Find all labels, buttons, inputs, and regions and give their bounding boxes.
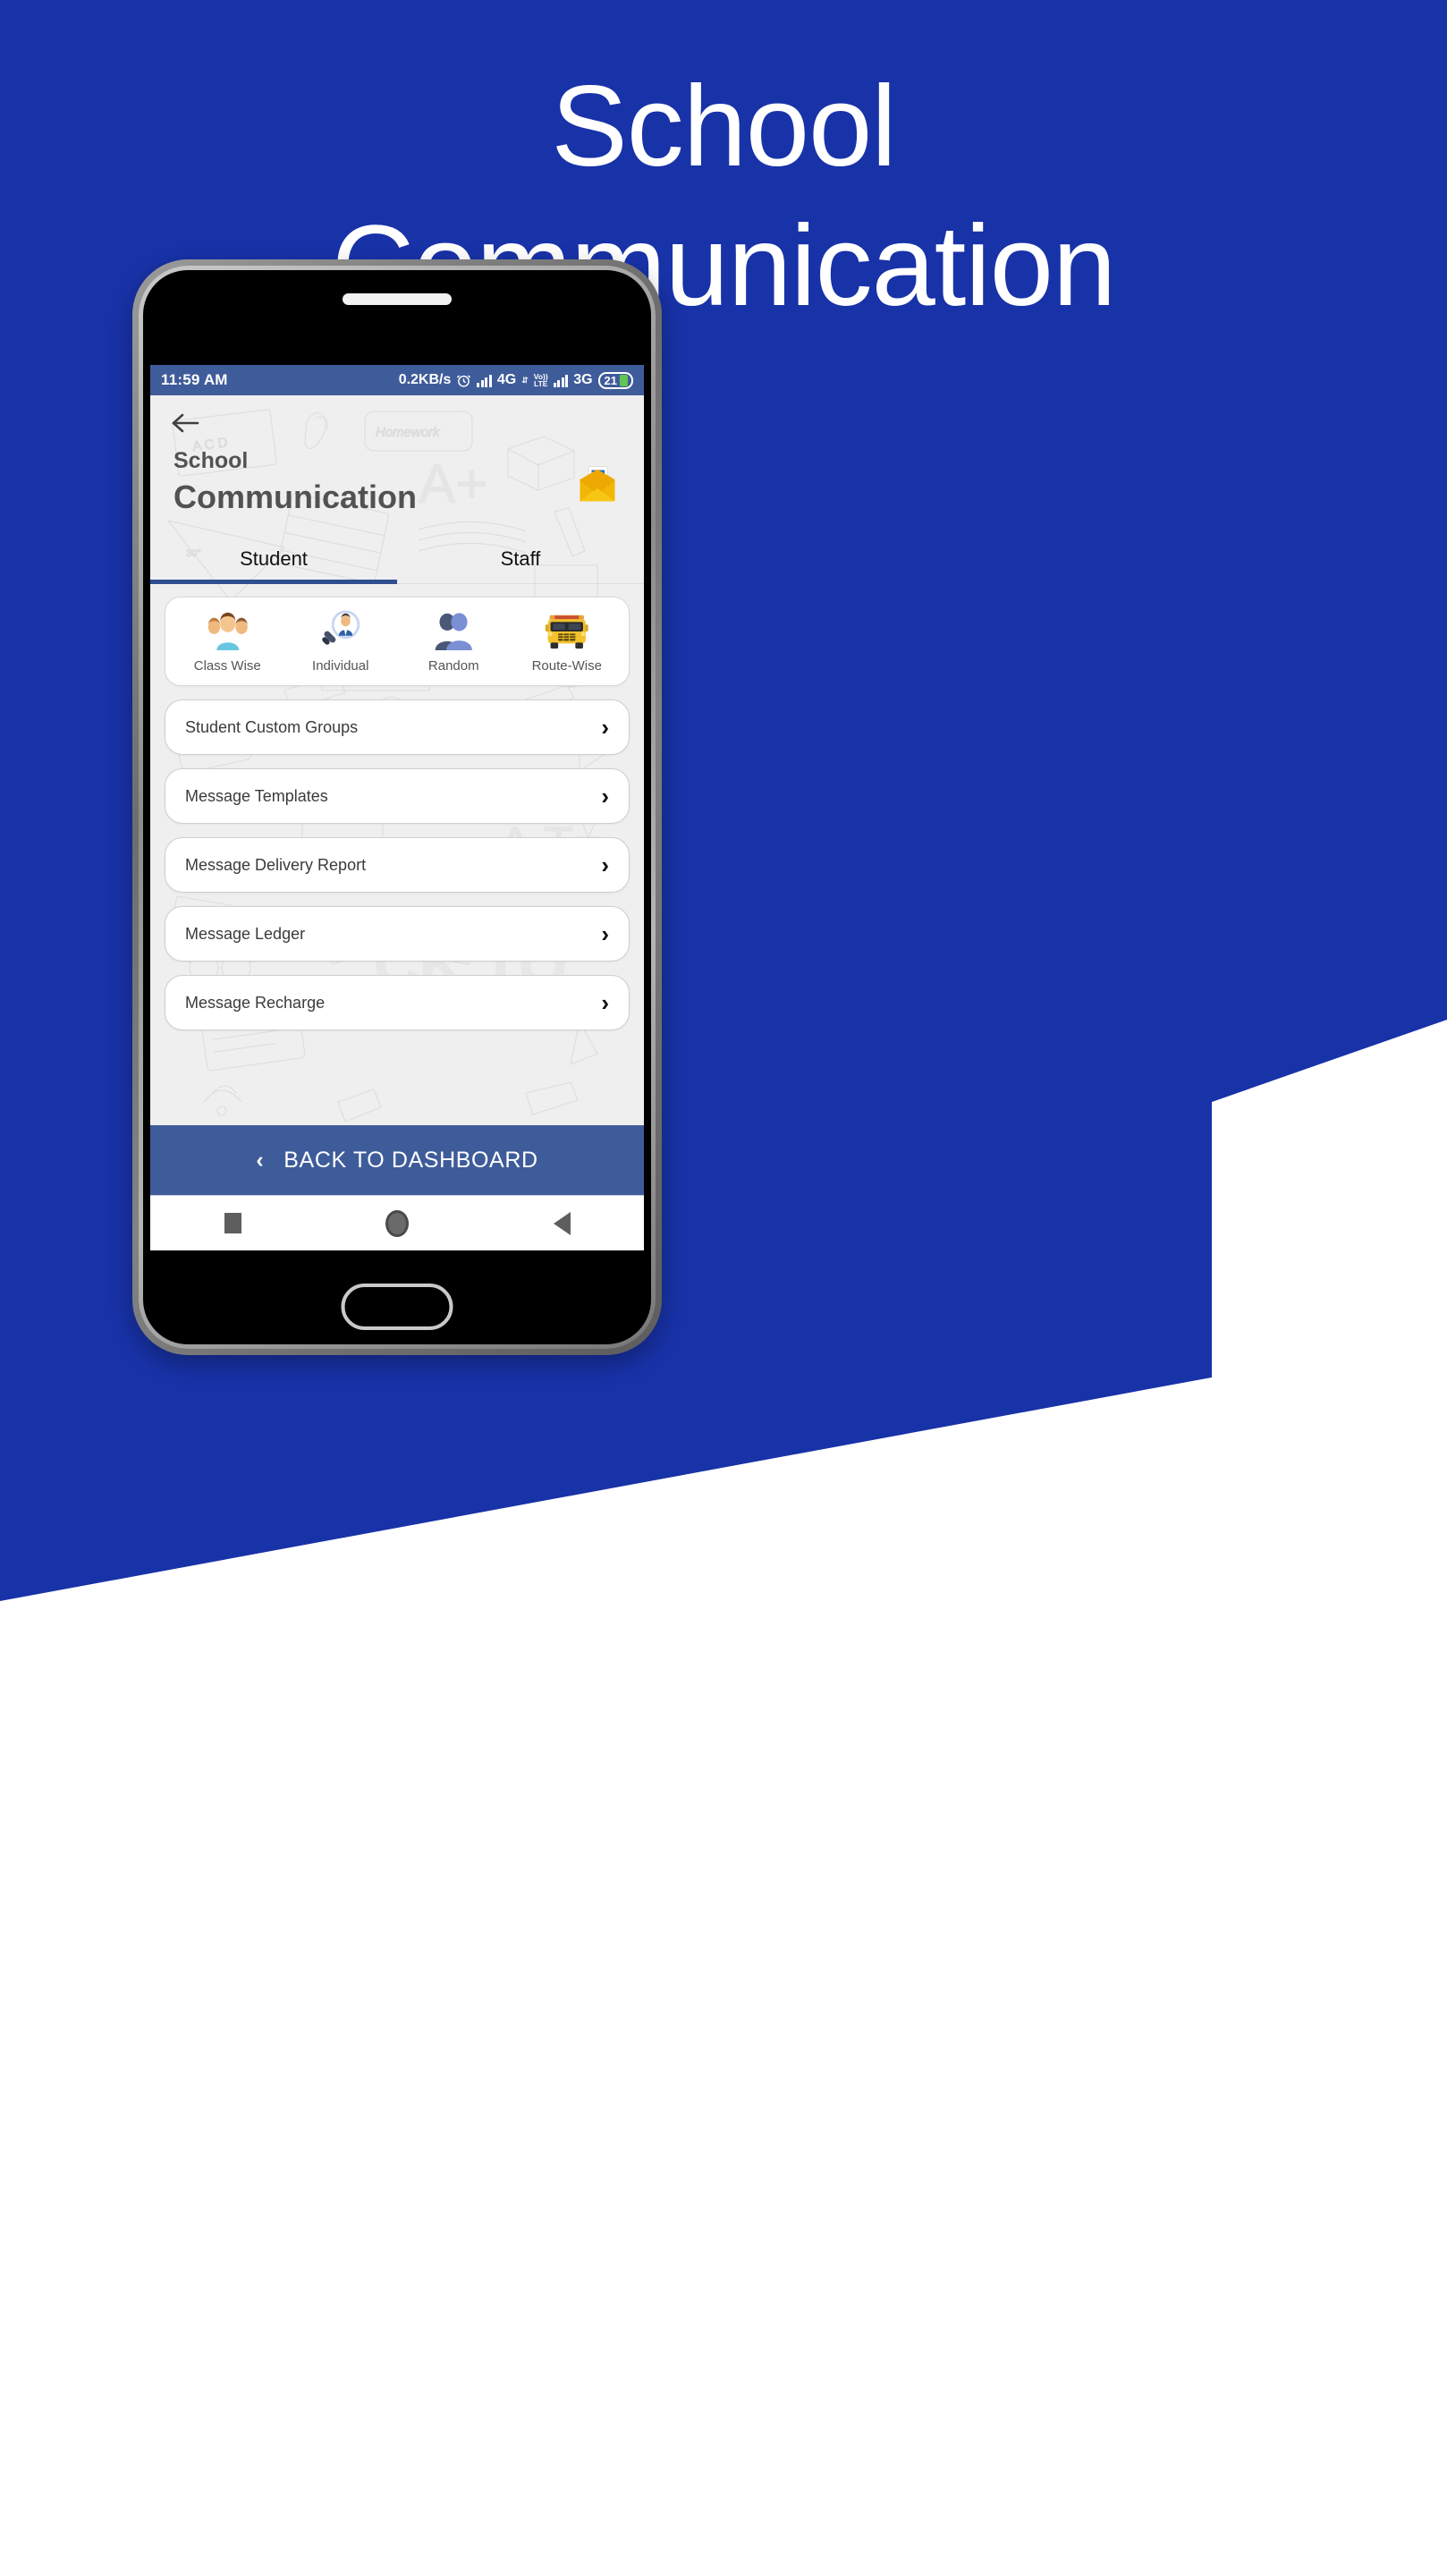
quick-action-random-label: Random [427,658,479,674]
signal-bars-1-icon [477,374,492,387]
chevron-right-icon: › [601,783,609,810]
quick-action-class-wise-label: Class Wise [193,658,261,674]
app-header-titles: School Communication [173,447,417,517]
phone-mockup: 11:59 AM 0.2KB/s 4G ⇵ Vo)) LTE 3G 21 A C… [132,259,662,1355]
status-bar-clock: 11:59 AM [161,371,228,388]
promo-banner: School Communication 11:59 AM 0.2KB/s 4G… [0,0,1447,2576]
quick-action-random[interactable]: Random [397,610,511,674]
volte-icon: Vo)) LTE [534,373,548,388]
alarm-clock-icon [456,373,471,388]
status-bar-indicators: 0.2KB/s 4G ⇵ Vo)) LTE 3G 21 [398,371,633,389]
back-to-dashboard-button[interactable]: ‹ BACK TO DASHBOARD [150,1125,644,1195]
chevron-right-icon: › [601,920,609,948]
menu-item-label: Message Delivery Report [185,855,367,874]
tab-bar: Student Staff [150,538,644,585]
menu-item-message-templates[interactable]: Message Templates › [165,768,630,825]
phone-home-button[interactable] [341,1284,453,1330]
battery-percent-label: 21 [604,373,617,387]
chevron-right-icon: › [601,852,609,879]
volte-bottom-label: LTE [534,379,548,388]
tab-student-label: Student [240,547,308,571]
quick-action-route-wise[interactable]: Route-Wise [511,610,624,674]
quick-actions-card: Class Wise Individual Random Route-Wise [165,597,630,687]
circle-home-icon [385,1209,409,1237]
back-button[interactable] [530,1196,593,1251]
phone-speaker-grille [343,293,452,305]
scroll-content: Class Wise Individual Random Route-Wise … [150,584,644,1031]
quick-action-route-wise-label: Route-Wise [531,658,602,674]
school-bus-icon [511,610,624,651]
chevron-right-icon: › [601,714,609,741]
battery-indicator: 21 [597,371,633,389]
promo-title-line-1: School [551,63,896,191]
quick-action-individual-label: Individual [312,658,369,674]
home-button[interactable] [366,1196,428,1251]
network-type-1-label: 4G [496,372,517,387]
two-silhouettes-icon [397,610,511,651]
quick-action-individual[interactable]: Individual [284,610,398,674]
people-group-icon [171,610,284,651]
app-content-area: A C D Homework 30° A+ CK TO School Commu… [150,395,644,1125]
back-navigation-row[interactable] [150,395,644,435]
back-to-dashboard-label: BACK TO DASHBOARD [283,1147,538,1173]
recents-button[interactable] [201,1196,264,1251]
data-rate-label: 0.2KB/s [398,372,452,387]
phone-screen: 11:59 AM 0.2KB/s 4G ⇵ Vo)) LTE 3G 21 A C… [150,365,644,1250]
menu-item-message-delivery-report[interactable]: Message Delivery Report › [165,837,630,894]
triangle-back-icon [553,1211,571,1235]
square-recents-icon [224,1213,241,1233]
android-navigation-bar [150,1195,644,1250]
back-arrow-icon[interactable] [170,411,644,435]
chevron-left-icon: ‹ [256,1147,265,1173]
menu-item-label: Message Templates [185,786,328,805]
app-title-small: School [173,448,249,473]
menu-item-message-recharge[interactable]: Message Recharge › [165,975,630,1031]
chevron-right-icon: › [601,989,609,1017]
tab-staff-label: Staff [500,547,541,571]
signal-bars-2-icon [553,374,569,387]
incoming-envelope-icon [574,461,621,517]
data-transfer-icon: ⇵ [521,375,529,385]
menu-item-label: Student Custom Groups [185,717,359,736]
quick-action-class-wise[interactable]: Class Wise [171,610,284,674]
app-title-large: Communication [173,479,418,516]
menu-item-message-ledger[interactable]: Message Ledger › [165,906,630,962]
network-type-2-label: 3G [573,372,593,387]
menu-item-label: Message Ledger [185,924,306,943]
magnifier-person-icon [284,610,398,651]
tab-staff[interactable]: Staff [397,538,644,583]
battery-fill [620,374,628,386]
app-header: School Communication [150,435,644,517]
tab-student[interactable]: Student [150,538,397,585]
menu-item-label: Message Recharge [185,993,326,1012]
status-bar: 11:59 AM 0.2KB/s 4G ⇵ Vo)) LTE 3G 21 [150,365,644,395]
menu-item-student-custom-groups[interactable]: Student Custom Groups › [165,699,630,756]
